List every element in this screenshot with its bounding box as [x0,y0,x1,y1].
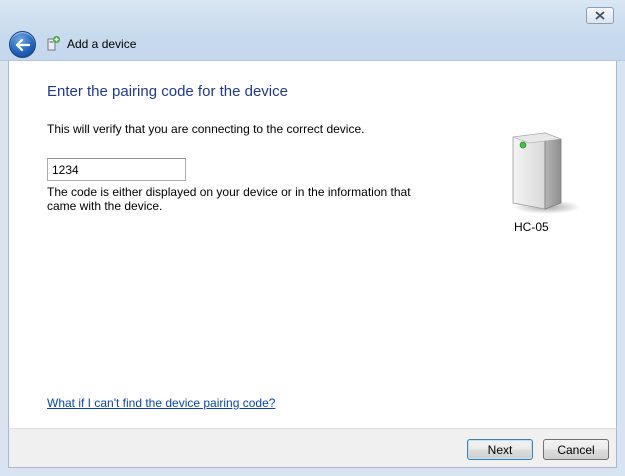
next-button[interactable]: Next [467,439,533,460]
pairing-code-input[interactable] [47,158,186,181]
back-arrow-icon [15,38,30,51]
device-name: HC-05 [514,220,549,234]
generic-device-icon [512,132,579,214]
pairing-code-help-link[interactable]: What if I can't find the device pairing … [47,396,275,410]
pairing-code-hint: The code is either displayed on your dev… [47,185,411,213]
close-icon [595,11,605,20]
window-header: Add a device [0,0,625,61]
page-heading: Enter the pairing code for the device [47,83,288,100]
page-description: This will verify that you are connecting… [47,122,365,136]
cancel-button[interactable]: Cancel [543,439,609,460]
content-panel: Enter the pairing code for the device Th… [8,61,617,428]
back-button[interactable] [9,31,36,58]
window-title: Add a device [67,37,137,51]
close-button[interactable] [586,7,614,24]
add-device-icon [47,36,60,51]
footer-bar: Next Cancel [8,428,617,468]
